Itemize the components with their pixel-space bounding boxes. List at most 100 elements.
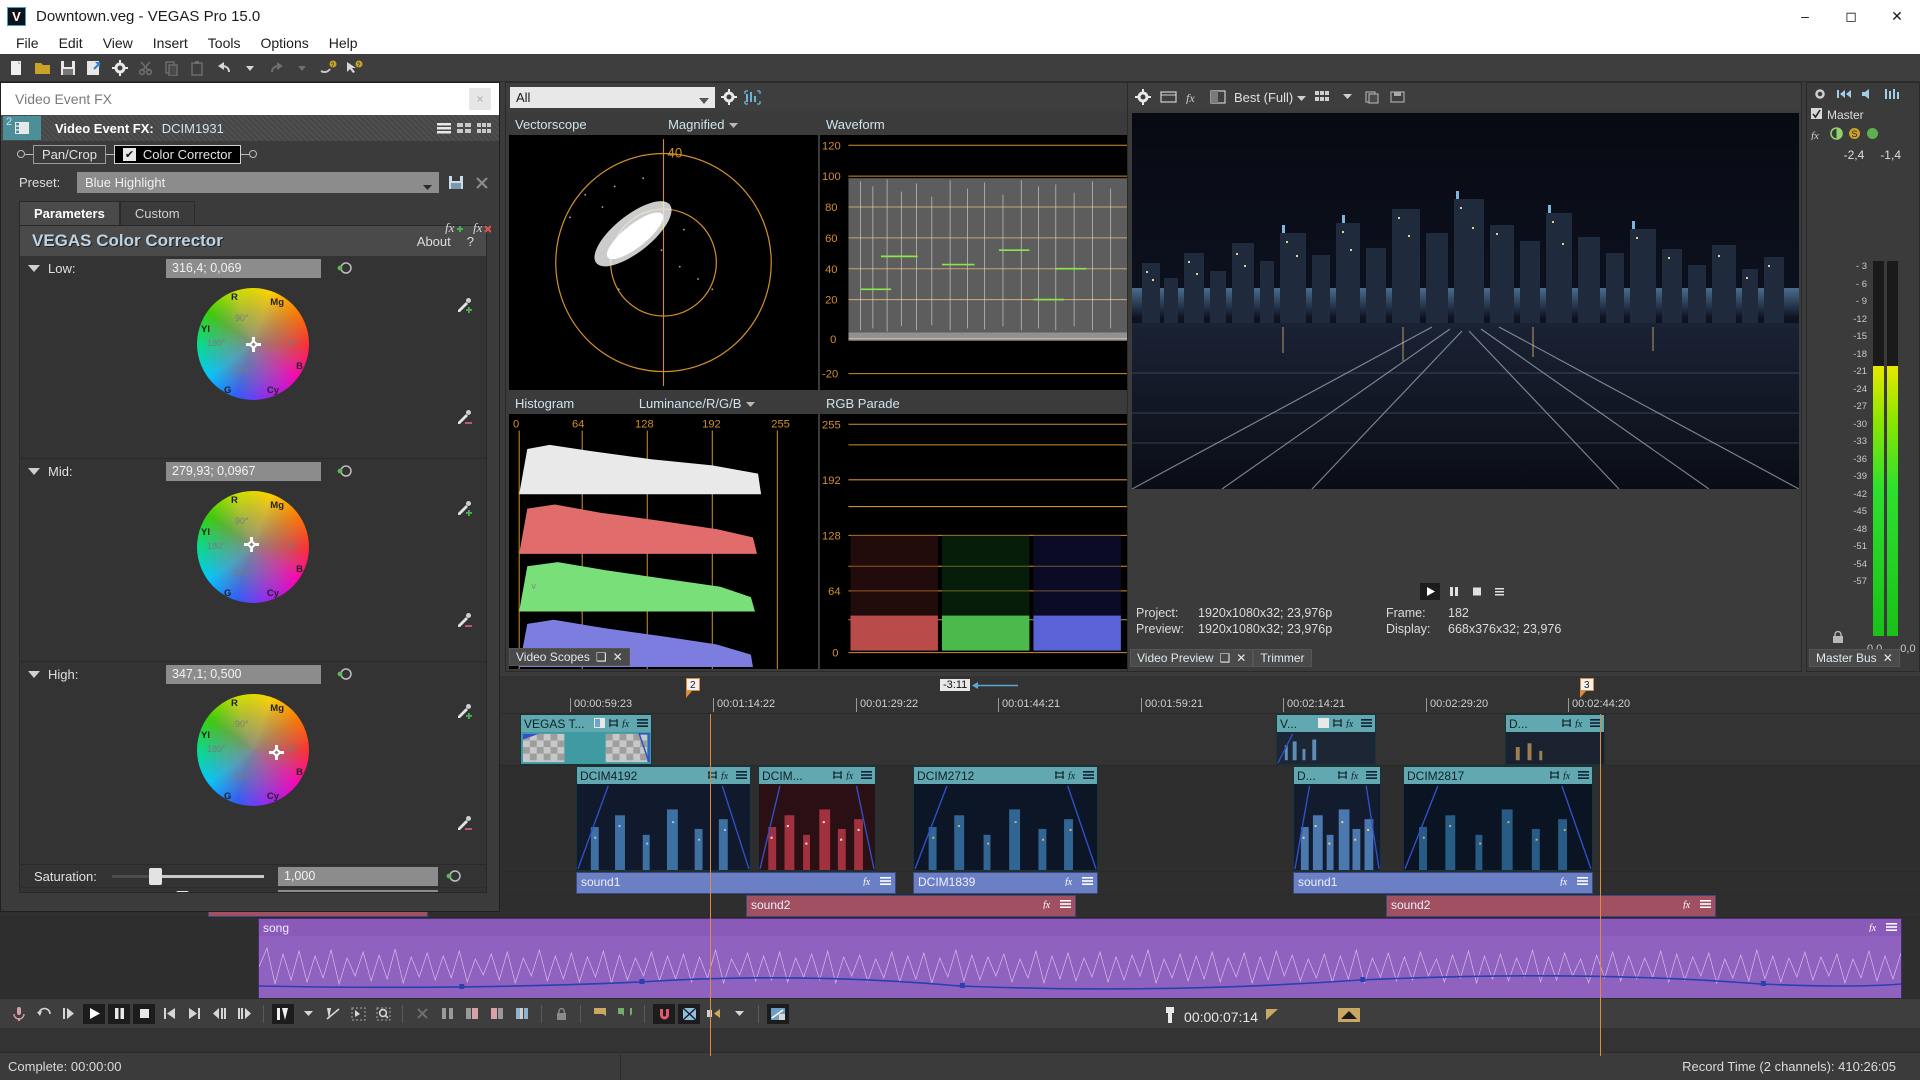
- slider-value[interactable]: 1,000: [278, 890, 438, 894]
- preview-quality-select[interactable]: Best (Full): [1234, 90, 1306, 105]
- event-fx-icon[interactable]: fx: [1068, 769, 1080, 783]
- timecode-display[interactable]: 00:00:07:14: [1164, 1007, 1360, 1026]
- clip-audio[interactable]: DCIM1839fx: [913, 872, 1098, 894]
- high-wheel-handle[interactable]: [269, 745, 284, 760]
- eyedropper-remove-mid-icon[interactable]: [455, 611, 472, 628]
- event-fx-icon[interactable]: fx: [1065, 875, 1077, 889]
- event-fx-icon[interactable]: fx: [1346, 717, 1358, 731]
- cut-icon[interactable]: [134, 56, 158, 80]
- menu-help[interactable]: Help: [319, 33, 368, 53]
- close-icon[interactable]: ✕: [613, 650, 623, 664]
- redo-dropdown-icon[interactable]: [290, 56, 314, 80]
- eyedropper-add-low-icon[interactable]: [455, 296, 472, 313]
- overlays-dropdown-icon[interactable]: [1338, 88, 1356, 106]
- expand-triangle-icon[interactable]: [28, 265, 40, 272]
- scopes-update-icon[interactable]: [743, 88, 761, 106]
- save-snapshot-icon[interactable]: [1388, 88, 1406, 106]
- animate-high-icon[interactable]: [337, 667, 352, 682]
- copy-snapshot-icon[interactable]: [1363, 88, 1381, 106]
- high-value[interactable]: 347,1; 0,500: [166, 665, 321, 684]
- menu-view[interactable]: View: [93, 33, 143, 53]
- loop-playback-icon[interactable]: [33, 1004, 55, 1024]
- master-fx-icon[interactable]: fx: [1811, 128, 1825, 143]
- pan-crop-icon[interactable]: [1337, 769, 1348, 783]
- color-wheel-mid[interactable]: RMg BCy GYl 90°180° 270°0°: [20, 483, 486, 661]
- split-icon[interactable]: [436, 1004, 458, 1024]
- video-output-fx-icon[interactable]: fx: [1184, 88, 1202, 106]
- clip-menu-icon[interactable]: [1578, 769, 1589, 783]
- undo-dropdown-icon[interactable]: [238, 56, 262, 80]
- color-wheel-low[interactable]: RMg BCy GYl 90°180° 270°0°: [20, 280, 486, 458]
- copy-icon[interactable]: [160, 56, 184, 80]
- redo-icon[interactable]: [264, 56, 288, 80]
- trim-icon[interactable]: [461, 1004, 483, 1024]
- go-to-start-icon[interactable]: [158, 1004, 180, 1024]
- color-wheel-high[interactable]: RMg BCy GYl 90°180° 270°0°: [20, 686, 486, 864]
- pan-crop-icon[interactable]: [1332, 717, 1343, 731]
- previous-frame-icon[interactable]: [208, 1004, 230, 1024]
- clip-menu-icon[interactable]: [1082, 875, 1093, 889]
- crossfade-icon[interactable]: [511, 1004, 533, 1024]
- lock-icon[interactable]: [550, 1004, 572, 1024]
- fx-view-columns-icon[interactable]: [455, 119, 473, 137]
- clip-menu-icon[interactable]: [736, 769, 747, 783]
- eyedropper-add-mid-icon[interactable]: [455, 499, 472, 516]
- paste-icon[interactable]: [186, 56, 210, 80]
- animate-low-icon[interactable]: [337, 261, 352, 276]
- event-fx-icon[interactable]: fx: [1575, 717, 1587, 731]
- tab-custom[interactable]: Custom: [120, 201, 195, 225]
- zoom-edit-tool-icon[interactable]: [372, 1004, 394, 1024]
- event-fx-icon[interactable]: fx: [863, 875, 875, 889]
- clip-menu-icon[interactable]: [1577, 875, 1588, 889]
- preview-play-button[interactable]: [1420, 583, 1440, 600]
- pan-crop-icon[interactable]: [1561, 717, 1572, 731]
- slider-track[interactable]: [112, 891, 264, 893]
- animate-icon[interactable]: [446, 892, 461, 894]
- preview-menu-button[interactable]: [1489, 583, 1509, 600]
- maximize-button[interactable]: ◻: [1828, 0, 1874, 32]
- master-solo-icon[interactable]: [1866, 127, 1879, 143]
- preferences-icon[interactable]: [108, 56, 132, 80]
- plugin-pan-crop[interactable]: Pan/Crop: [33, 145, 106, 164]
- lock-envelopes-icon[interactable]: [767, 1004, 789, 1024]
- master-record-icon[interactable]: S: [1848, 127, 1861, 143]
- event-fx-icon[interactable]: fx: [1043, 898, 1055, 912]
- expand-triangle-icon[interactable]: [28, 671, 40, 678]
- event-fx-icon[interactable]: fx: [1683, 898, 1695, 912]
- clip-overlay-2[interactable]: V... fx: [1276, 714, 1376, 765]
- eyedropper-remove-high-icon[interactable]: [455, 814, 472, 831]
- cut-icon[interactable]: [411, 1004, 433, 1024]
- next-frame-icon[interactable]: [233, 1004, 255, 1024]
- save-project-icon[interactable]: [56, 56, 80, 80]
- scopes-settings-gear-icon[interactable]: [720, 88, 738, 106]
- menu-options[interactable]: Options: [250, 33, 318, 53]
- pan-crop-icon[interactable]: [707, 769, 718, 783]
- preview-stop-button[interactable]: [1466, 583, 1486, 600]
- close-icon[interactable]: ✕: [1883, 651, 1893, 665]
- whats-this-help-icon[interactable]: ?: [342, 56, 366, 80]
- plugin-color-corrector[interactable]: ✔ Color Corrector: [114, 145, 241, 164]
- quantize-to-frames-icon[interactable]: [678, 1004, 700, 1024]
- plugin-enabled-checkbox[interactable]: ✔: [123, 148, 136, 161]
- play-from-start-icon[interactable]: [58, 1004, 80, 1024]
- event-fx-icon[interactable]: fx: [1869, 921, 1881, 935]
- clip-audio[interactable]: sound2fx: [1386, 895, 1716, 917]
- new-project-icon[interactable]: [4, 56, 28, 80]
- stop-icon[interactable]: [133, 1004, 155, 1024]
- menu-edit[interactable]: Edit: [49, 33, 93, 53]
- clip-video[interactable]: DCIM2712fx: [913, 766, 1098, 871]
- remove-plugin-icon[interactable]: fx: [473, 219, 491, 237]
- playhead-cursor-1[interactable]: [710, 714, 711, 1056]
- add-plugin-icon[interactable]: fx: [445, 219, 463, 237]
- pan-crop-icon[interactable]: [1054, 769, 1065, 783]
- insert-marker-icon[interactable]: [589, 1004, 611, 1024]
- timeline-ruler[interactable]: 00:00:29:2300:00:44:2300:00:59:2300:01:1…: [258, 698, 1920, 714]
- timeline-marker-bar[interactable]: -3:11 2 3: [258, 676, 1920, 698]
- record-icon[interactable]: [8, 1004, 30, 1024]
- clip-menu-icon[interactable]: [1361, 717, 1372, 731]
- project-properties-icon[interactable]: [82, 56, 106, 80]
- auto-ripple-dropdown-icon[interactable]: [728, 1004, 750, 1024]
- trimmer-tab[interactable]: Trimmer: [1253, 649, 1311, 667]
- event-fx-icon[interactable]: fx: [1560, 875, 1572, 889]
- event-fx-icon[interactable]: fx: [1351, 769, 1363, 783]
